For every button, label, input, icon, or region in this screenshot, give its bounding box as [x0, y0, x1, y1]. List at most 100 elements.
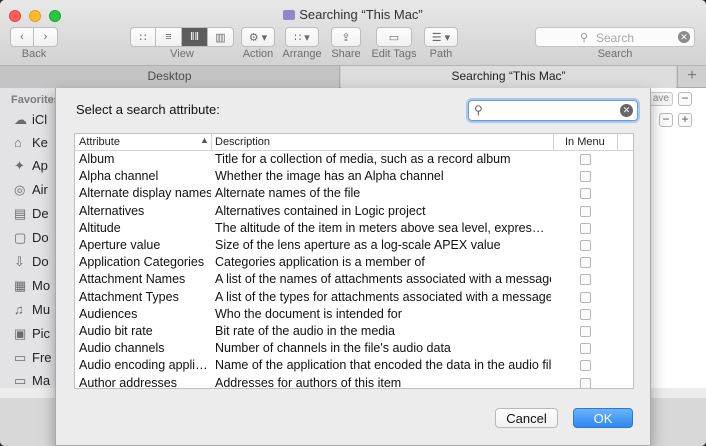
home-icon: ⌂	[14, 135, 22, 150]
airdrop-icon: ◎	[14, 182, 26, 197]
tab-searching-this-mac[interactable]: Searching “This Mac”	[341, 66, 676, 88]
column-view-button[interactable]: ‖‖	[182, 27, 208, 47]
sort-ascending-icon: ▲	[200, 135, 209, 145]
tab-bar: Desktop Searching “This Mac” +	[0, 66, 706, 88]
share-group: ⇪	[331, 27, 361, 47]
back-button[interactable]: ‹	[10, 27, 34, 47]
list-view-button[interactable]: ≡	[156, 27, 182, 47]
table-row[interactable]: Audio encoding appli… Name of the applica…	[75, 357, 633, 374]
sidebar-item-downloads[interactable]: ⇩ Do	[14, 254, 49, 270]
table-row[interactable]: Aperture value Size of the lens aperture …	[75, 237, 633, 254]
search-placeholder: Search	[596, 31, 635, 45]
table-row[interactable]: Audiences Who the document is intended fo…	[75, 306, 633, 323]
path-label: Path	[429, 48, 453, 60]
in-menu-checkbox[interactable]	[580, 326, 591, 337]
action-button[interactable]: ⚙ ▾	[241, 27, 275, 47]
cover-flow-button[interactable]: ▥	[208, 27, 234, 47]
in-menu-checkbox[interactable]	[580, 205, 591, 217]
add-rule-button[interactable]: +	[678, 113, 692, 127]
in-menu-checkbox[interactable]	[580, 188, 591, 200]
pictures-icon: ▣	[14, 326, 27, 341]
in-menu-checkbox[interactable]	[580, 291, 591, 303]
edit-tags-group: ▭	[376, 27, 412, 47]
arrange-icon: ∷ ▾	[294, 31, 310, 44]
columns-icon: ‖‖	[189, 31, 200, 43]
forward-button[interactable]: ›	[34, 27, 58, 47]
column-header-attribute[interactable]: Attribute	[79, 136, 120, 148]
column-header-description[interactable]: Description	[215, 136, 270, 148]
remove-rule-button[interactable]: −	[659, 113, 673, 127]
in-menu-checkbox[interactable]	[580, 240, 591, 251]
cancel-button[interactable]: Cancel	[495, 408, 558, 428]
sidebar-item-home[interactable]: ⌂ Ke	[14, 135, 48, 150]
sidebar-item-airdrop[interactable]: ◎ Air	[14, 182, 48, 198]
table-row[interactable]: Attachment Names A list of the names of a…	[75, 271, 633, 288]
action-group: ⚙ ▾	[241, 27, 275, 47]
path-icon: ☰ ▾	[431, 31, 451, 44]
share-button[interactable]: ⇪	[331, 27, 361, 47]
table-row[interactable]: Attachment Types A list of the types for …	[75, 289, 633, 306]
in-menu-checkbox[interactable]	[580, 257, 591, 269]
new-tab-button[interactable]: +	[677, 66, 706, 88]
in-menu-checkbox[interactable]	[580, 222, 591, 234]
minus-icon: −	[681, 91, 689, 105]
sidebar-item-music[interactable]: ♫ Mu	[14, 302, 50, 317]
in-menu-checkbox[interactable]	[580, 154, 591, 165]
table-row[interactable]: Alternatives Alternatives contained in Lo…	[75, 203, 633, 220]
icon-view-button[interactable]: ∷	[130, 27, 156, 47]
sidebar-item-desktop[interactable]: ▤ De	[14, 206, 49, 222]
finder-window: Searching “This Mac” ‹ › Back ∷ ≡ ‖‖ ▥ V…	[0, 0, 706, 446]
arrange-group: ∷ ▾	[285, 27, 319, 47]
column-divider	[617, 134, 618, 150]
table-row[interactable]: Altitude The altitude of the item in mete…	[75, 220, 633, 237]
table-row[interactable]: Author addresses Addresses for authors of…	[75, 375, 633, 388]
path-button[interactable]: ☰ ▾	[424, 27, 458, 47]
search-icon: ⚲	[580, 32, 589, 44]
clear-search-icon[interactable]: ✕	[620, 104, 633, 117]
music-icon: ♫	[14, 302, 24, 317]
select-attribute-sheet: Select a search attribute: ⚲ ✕ Attribute…	[55, 88, 651, 446]
back-forward-group: ‹ ›	[10, 27, 58, 47]
sidebar-item-folder-2[interactable]: ▭ Ma	[14, 373, 50, 389]
sidebar-item-pictures[interactable]: ▣ Pic	[14, 326, 50, 342]
in-menu-checkbox[interactable]	[580, 171, 591, 183]
clear-search-icon[interactable]: ✕	[678, 31, 690, 43]
column-divider	[553, 134, 554, 150]
sidebar-item-applications[interactable]: ✦ Ap	[14, 158, 48, 174]
in-menu-checkbox[interactable]	[580, 274, 591, 286]
view-label: View	[170, 48, 194, 60]
share-label: Share	[331, 48, 361, 60]
tab-desktop[interactable]: Desktop	[0, 66, 340, 88]
sidebar-item-movies[interactable]: ▦ Mo	[14, 278, 50, 294]
in-menu-checkbox[interactable]	[580, 343, 591, 355]
table-row[interactable]: Alternate display names Alternate names o…	[75, 185, 633, 202]
in-menu-checkbox[interactable]	[580, 308, 591, 320]
toolbar-search-field[interactable]: ⚲ Search ✕	[535, 27, 695, 47]
table-row[interactable]: Audio channels Number of channels in the …	[75, 340, 633, 357]
path-group: ☰ ▾	[424, 27, 458, 47]
table-row[interactable]: Album Title for a collection of media, su…	[75, 151, 633, 168]
applications-icon: ✦	[14, 158, 25, 173]
table-row[interactable]: Application Categories Categories applica…	[75, 254, 633, 271]
sidebar-item-documents[interactable]: ▢ Do	[14, 230, 49, 246]
ok-button[interactable]: OK	[573, 408, 633, 428]
in-menu-checkbox[interactable]	[580, 360, 591, 372]
smart-folder-icon	[283, 10, 296, 20]
sidebar-item-icloud[interactable]: ☁ iCl	[14, 112, 47, 128]
column-header-in-menu[interactable]: In Menu	[565, 136, 605, 148]
remove-criteria-button[interactable]: −	[678, 92, 692, 106]
action-label: Action	[242, 48, 274, 60]
sidebar-item-folder-1[interactable]: ▭ Fre	[14, 350, 52, 366]
arrange-button[interactable]: ∷ ▾	[285, 27, 319, 47]
tag-icon: ▭	[388, 31, 400, 44]
table-row[interactable]: Audio bit rate Bit rate of the audio in t…	[75, 323, 633, 340]
documents-icon: ▢	[14, 230, 27, 245]
chevron-right-icon: ›	[43, 31, 48, 43]
table-header: Attribute ▲ Description In Menu	[75, 134, 633, 151]
minus-icon: −	[662, 112, 670, 126]
table-row[interactable]: Alpha channel Whether the image has an Al…	[75, 168, 633, 185]
attribute-search-field[interactable]: ⚲ ✕	[468, 100, 638, 121]
edit-tags-button[interactable]: ▭	[376, 27, 412, 47]
in-menu-checkbox[interactable]	[580, 377, 591, 388]
folder-icon: ▭	[14, 373, 27, 388]
